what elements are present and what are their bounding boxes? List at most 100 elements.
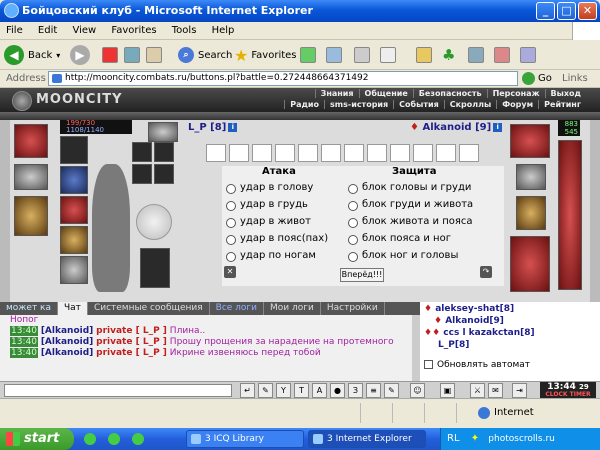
helmet-slot[interactable] — [14, 124, 48, 158]
tool-button[interactable] — [494, 44, 510, 66]
favorites-button[interactable]: ★ Favorites — [234, 44, 297, 66]
scroll-slot-1[interactable] — [132, 142, 152, 162]
task-internet-explorer[interactable]: 3 Internet Explorer — [308, 430, 426, 448]
language-indicator[interactable]: RL — [447, 433, 460, 444]
folder-button[interactable] — [416, 44, 432, 66]
effect-icon[interactable] — [413, 144, 433, 162]
opponent-bracers-slot[interactable] — [516, 164, 546, 190]
links-label[interactable]: Links — [562, 73, 588, 84]
effect-icon[interactable] — [275, 144, 295, 162]
message-time[interactable]: 13:40 — [10, 337, 38, 347]
refresh-auto-checkbox[interactable]: Обновлять автомат — [424, 360, 530, 370]
opponent-weapon-slot[interactable] — [516, 196, 546, 230]
maximize-button[interactable]: □ — [557, 2, 576, 20]
message-private[interactable]: private [ L_P ] — [96, 348, 167, 358]
effect-icon[interactable] — [459, 144, 479, 162]
defense-option[interactable]: блок груди и живота — [348, 199, 473, 211]
ring-slot-3[interactable] — [60, 226, 88, 254]
user-item[interactable]: ♦♦ ccs l kazakctan[8] — [424, 328, 535, 338]
clover-button[interactable]: ♣ — [442, 44, 455, 66]
edit-button[interactable] — [380, 44, 396, 66]
message-sender[interactable]: [Alkanoid] — [41, 348, 93, 358]
stop-button[interactable] — [102, 44, 118, 66]
cancel-icon[interactable]: ✕ — [224, 266, 236, 278]
nav-security[interactable]: Безопасность — [412, 89, 487, 98]
tool-icon[interactable]: ⚔ — [470, 383, 485, 398]
chat-scrollbar[interactable] — [412, 315, 420, 381]
message-private[interactable]: private [ L_P ] — [96, 337, 167, 347]
gloves-slot[interactable] — [148, 122, 178, 142]
search-button[interactable]: ⌕ Search — [178, 44, 232, 66]
color-icon[interactable]: ● — [330, 383, 345, 398]
tab-all-logs[interactable]: Все логи — [210, 302, 265, 315]
task-icq-library[interactable]: 3 ICQ Library — [186, 430, 304, 448]
attack-option[interactable]: удар в живот — [226, 216, 311, 228]
tab-my-logs[interactable]: Мои логи — [264, 302, 321, 315]
user-item[interactable]: ♦ Alkanoid[9] — [434, 316, 504, 326]
ring-slot-2[interactable] — [60, 196, 88, 224]
message-time[interactable]: 13:40 — [10, 326, 38, 336]
nav-chat[interactable]: Общение — [358, 89, 413, 98]
menu-edit[interactable]: Edit — [32, 22, 63, 40]
address-input[interactable]: http://mooncity.combats.ru/buttons.pl?ba… — [48, 71, 518, 86]
effect-icon[interactable] — [298, 144, 318, 162]
shield-slot[interactable] — [136, 204, 172, 240]
nav-scrolls[interactable]: Скроллы — [443, 100, 496, 109]
menu-view[interactable]: View — [66, 22, 102, 40]
attack-option[interactable]: удар по ногам — [226, 250, 316, 262]
send-arrow-icon[interactable]: ↵ — [240, 383, 255, 398]
start-button[interactable]: start — [0, 428, 74, 450]
effect-icon[interactable] — [436, 144, 456, 162]
user-item[interactable]: L_P[8] — [438, 340, 469, 350]
tray-icon[interactable]: ✦ — [471, 433, 479, 444]
message-sender[interactable]: [Alkanoid] — [41, 326, 93, 336]
nav-radio[interactable]: Радио — [284, 100, 324, 109]
message-time[interactable]: 13:40 — [10, 348, 38, 358]
pen-icon[interactable]: ✎ — [384, 383, 399, 398]
tool2-button[interactable] — [520, 44, 536, 66]
opponent-armor-slot[interactable] — [510, 236, 550, 292]
scroll-slot-3[interactable] — [132, 164, 152, 184]
print-button[interactable] — [354, 44, 370, 66]
lock-icon[interactable]: ▣ — [440, 383, 455, 398]
bracers-slot[interactable] — [14, 164, 48, 190]
effect-icon[interactable] — [321, 144, 341, 162]
tab-settings[interactable]: Настройки — [321, 302, 385, 315]
attack-option[interactable]: удар в пояс(пах) — [226, 233, 328, 245]
nav-knowledge[interactable]: Знания — [314, 89, 359, 98]
nav-exit[interactable]: Выход — [544, 89, 586, 98]
defense-option[interactable]: блок головы и груди — [348, 182, 471, 194]
quicklaunch-icon[interactable] — [128, 430, 148, 448]
refresh-icon[interactable]: ↷ — [480, 266, 492, 278]
scroll-slot-2[interactable] — [154, 142, 174, 162]
clear-icon[interactable]: ✎ — [258, 383, 273, 398]
quicklaunch-icon[interactable] — [104, 430, 124, 448]
translit-icon[interactable]: З — [348, 383, 363, 398]
message-private[interactable]: private [ L_P ] — [96, 326, 167, 336]
opponent-helmet-slot[interactable] — [510, 124, 550, 158]
info-icon[interactable]: i — [493, 122, 503, 132]
menu-help[interactable]: Help — [206, 22, 241, 40]
messenger-button[interactable] — [468, 44, 484, 66]
message-sender[interactable]: [Alkanoid] — [41, 337, 93, 347]
forward-attack-button[interactable]: Вперёд!!! — [340, 268, 384, 282]
belt-slot[interactable] — [60, 256, 88, 284]
weapon-slot[interactable] — [14, 196, 48, 236]
exit-icon[interactable]: ⇥ — [512, 383, 527, 398]
effect-icon[interactable] — [367, 144, 387, 162]
effect-icon[interactable] — [390, 144, 410, 162]
attack-option[interactable]: удар в грудь — [226, 199, 308, 211]
defense-option[interactable]: блок ног и головы — [348, 250, 458, 262]
mail-icon[interactable]: ✉ — [488, 383, 503, 398]
smiley-icon[interactable]: ☺ — [410, 383, 425, 398]
chat-input[interactable] — [4, 384, 232, 397]
abc-icon[interactable]: A — [312, 383, 327, 398]
defense-option[interactable]: блок пояса и ног — [348, 233, 451, 245]
nav-events[interactable]: События — [393, 100, 444, 109]
nav-rating[interactable]: Рейтинг — [538, 100, 586, 109]
info-icon[interactable]: i — [228, 122, 238, 132]
bold-icon[interactable]: T — [294, 383, 309, 398]
effect-icon[interactable] — [344, 144, 364, 162]
boots-slot[interactable] — [140, 248, 170, 288]
effect-icon[interactable] — [229, 144, 249, 162]
